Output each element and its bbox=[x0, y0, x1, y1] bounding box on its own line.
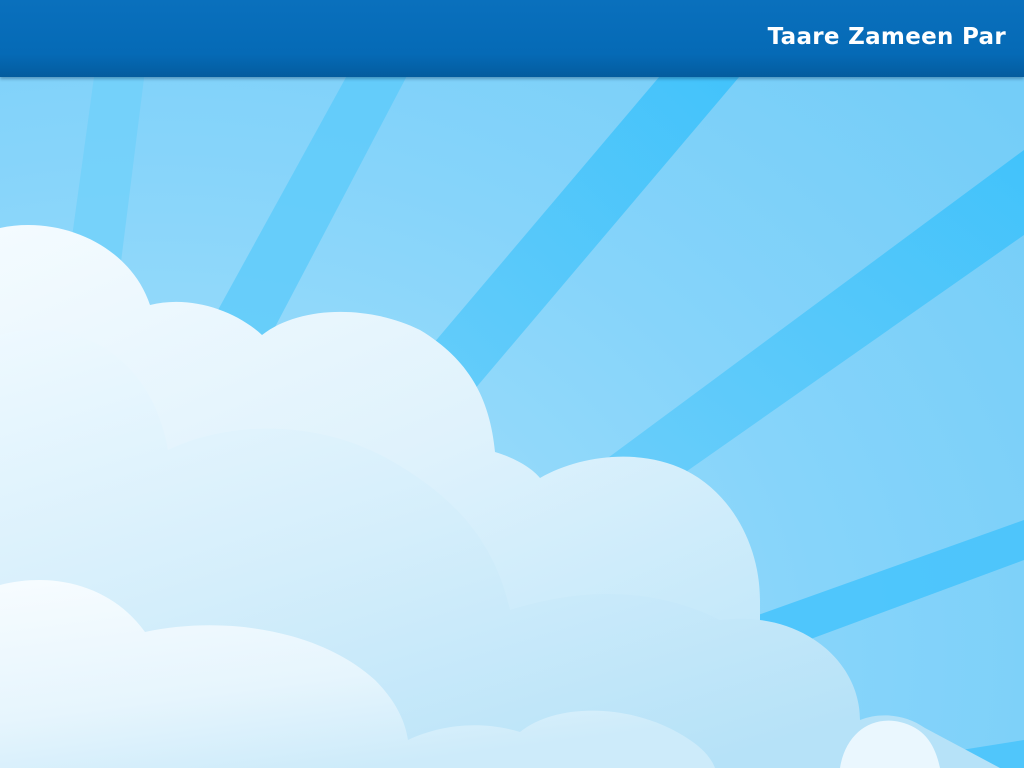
slide-background: Taare Zameen Par bbox=[0, 0, 1024, 768]
sky-background bbox=[0, 0, 1024, 768]
slide-title: Taare Zameen Par bbox=[767, 24, 1006, 50]
header-bar: Taare Zameen Par bbox=[0, 0, 1024, 77]
